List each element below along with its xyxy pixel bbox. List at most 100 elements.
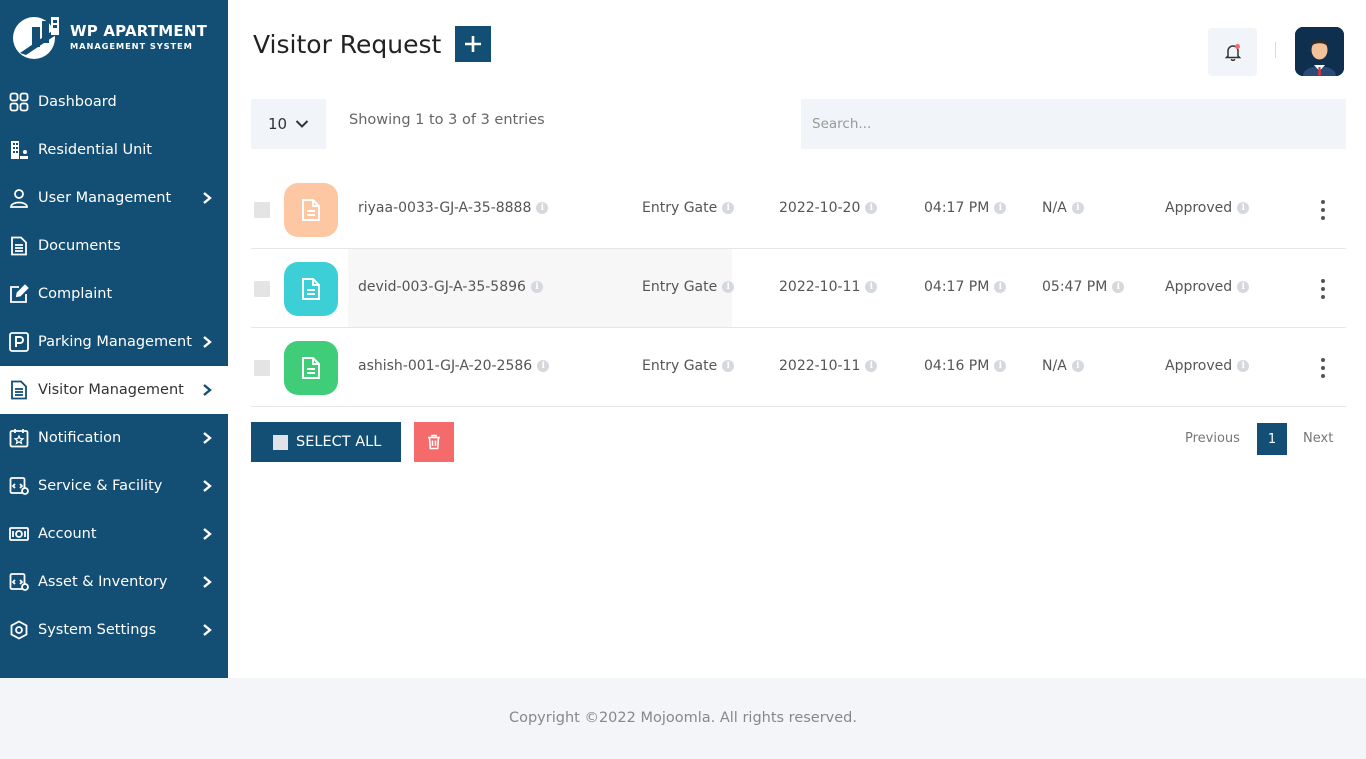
chevron-right-icon bbox=[203, 576, 212, 588]
visit-date: 2022-10-20 bbox=[779, 200, 861, 216]
header-divider bbox=[1275, 42, 1276, 58]
info-icon[interactable]: i bbox=[865, 202, 878, 214]
info-icon[interactable]: i bbox=[994, 360, 1007, 372]
pagination-previous[interactable]: Previous bbox=[1185, 431, 1240, 446]
money-icon bbox=[8, 523, 30, 545]
select-all-checkbox[interactable] bbox=[273, 434, 288, 450]
sidebar-item-visitor-management[interactable]: Visitor Management bbox=[0, 366, 228, 414]
out-time-cell: 05:47 PM i bbox=[1042, 279, 1125, 295]
select-all-label: SELECT ALL bbox=[296, 434, 382, 450]
brand-subtitle: MANAGEMENT SYSTEM bbox=[70, 40, 193, 51]
out-time: N/A bbox=[1042, 200, 1067, 216]
info-icon[interactable]: i bbox=[994, 281, 1007, 293]
info-icon[interactable]: i bbox=[865, 360, 878, 372]
chevron-right-icon bbox=[203, 384, 212, 396]
visitor-name-cell: riyaa-0033-GJ-A-35-8888 i bbox=[358, 200, 549, 216]
page-size-select[interactable]: 10 bbox=[251, 99, 326, 149]
info-icon[interactable]: i bbox=[530, 281, 543, 293]
info-icon[interactable]: i bbox=[722, 281, 735, 293]
sidebar-item-documents[interactable]: Documents bbox=[0, 222, 228, 270]
user-avatar-icon bbox=[1295, 27, 1344, 76]
info-icon[interactable]: i bbox=[1071, 360, 1084, 372]
sidebar-item-label: Notification bbox=[38, 430, 122, 446]
parking-icon bbox=[8, 331, 30, 353]
date-cell: 2022-10-11 i bbox=[779, 358, 878, 374]
asset-icon bbox=[8, 571, 30, 593]
date-cell: 2022-10-11 i bbox=[779, 279, 878, 295]
visitor-name-cell: devid-003-GJ-A-35-5896 i bbox=[358, 279, 543, 295]
document-icon bbox=[8, 235, 30, 257]
sidebar-item-label: Parking Management bbox=[38, 334, 192, 350]
user-avatar[interactable] bbox=[1295, 27, 1344, 76]
info-icon[interactable]: i bbox=[1237, 202, 1250, 214]
status-cell: Approved i bbox=[1165, 358, 1250, 374]
info-icon[interactable]: i bbox=[1237, 281, 1250, 293]
info-icon[interactable]: i bbox=[1237, 360, 1250, 372]
gate-cell: Entry Gate i bbox=[642, 358, 735, 374]
chevron-right-icon bbox=[203, 336, 212, 348]
status-cell: Approved i bbox=[1165, 279, 1250, 295]
chevron-right-icon bbox=[203, 480, 212, 492]
visitor-name: devid-003-GJ-A-35-5896 bbox=[358, 279, 526, 295]
document-icon bbox=[284, 262, 338, 316]
page-size-value: 10 bbox=[267, 115, 288, 133]
add-visitor-button[interactable] bbox=[455, 26, 491, 62]
copyright-text: Copyright ©2022 Mojoomla. All rights res… bbox=[508, 710, 857, 726]
info-icon[interactable]: i bbox=[865, 281, 878, 293]
sidebar-item-residential-unit[interactable]: Residential Unit bbox=[0, 126, 228, 174]
status: Approved bbox=[1165, 279, 1233, 295]
pagination-page-1[interactable]: 1 bbox=[1257, 423, 1287, 455]
document-icon bbox=[284, 183, 338, 237]
sidebar-item-dashboard[interactable]: Dashboard bbox=[0, 78, 228, 126]
table-row[interactable]: riyaa-0033-GJ-A-35-8888 i Entry Gate i 202… bbox=[251, 170, 1346, 249]
footer: Copyright ©2022 Mojoomla. All rights res… bbox=[0, 678, 1366, 759]
sidebar-item-label: Account bbox=[38, 526, 97, 542]
user-icon bbox=[8, 187, 30, 209]
info-icon[interactable]: i bbox=[537, 360, 550, 372]
visit-date: 2022-10-11 bbox=[779, 358, 861, 374]
sidebar-item-system-settings[interactable]: System Settings bbox=[0, 606, 228, 654]
sidebar-item-notification[interactable]: Notification bbox=[0, 414, 228, 462]
pagination-next[interactable]: Next bbox=[1303, 431, 1333, 446]
sidebar-item-label: Service & Facility bbox=[38, 478, 163, 494]
chevron-right-icon bbox=[203, 624, 212, 636]
delete-button[interactable] bbox=[414, 422, 454, 462]
info-icon[interactable]: i bbox=[1112, 281, 1125, 293]
search-input[interactable] bbox=[801, 99, 1346, 149]
notification-button[interactable] bbox=[1208, 28, 1257, 76]
date-cell: 2022-10-20 i bbox=[779, 200, 878, 216]
app-logo[interactable]: WP APARTMENT MANAGEMENT SYSTEM bbox=[10, 12, 220, 62]
gate: Entry Gate bbox=[642, 358, 718, 374]
out-time: N/A bbox=[1042, 358, 1067, 374]
in-time: 04:17 PM bbox=[924, 200, 990, 216]
sidebar-item-service-facility[interactable]: Service & Facility bbox=[0, 462, 228, 510]
row-checkbox[interactable] bbox=[254, 202, 270, 218]
info-icon[interactable]: i bbox=[722, 360, 735, 372]
select-all-button[interactable]: SELECT ALL bbox=[251, 422, 401, 462]
row-actions-menu[interactable] bbox=[1315, 198, 1331, 222]
sidebar-item-user-management[interactable]: User Management bbox=[0, 174, 228, 222]
status: Approved bbox=[1165, 358, 1233, 374]
chevron-right-icon bbox=[203, 192, 212, 204]
sidebar-item-account[interactable]: Account bbox=[0, 510, 228, 558]
row-actions-menu[interactable] bbox=[1315, 277, 1331, 301]
entries-info: Showing 1 to 3 of 3 entries bbox=[349, 112, 545, 128]
info-icon[interactable]: i bbox=[994, 202, 1007, 214]
row-checkbox[interactable] bbox=[254, 281, 270, 297]
table-row[interactable]: ashish-001-GJ-A-20-2586 i Entry Gate i 202… bbox=[251, 328, 1346, 407]
row-actions-menu[interactable] bbox=[1315, 356, 1331, 380]
info-icon[interactable]: i bbox=[1071, 202, 1084, 214]
sidebar-item-parking-management[interactable]: Parking Management bbox=[0, 318, 228, 366]
sidebar-item-complaint[interactable]: Complaint bbox=[0, 270, 228, 318]
info-icon[interactable]: i bbox=[722, 202, 735, 214]
row-checkbox[interactable] bbox=[254, 360, 270, 376]
gate-cell: Entry Gate i bbox=[642, 279, 735, 295]
sidebar-item-asset-inventory[interactable]: Asset & Inventory bbox=[0, 558, 228, 606]
visitor-table: riyaa-0033-GJ-A-35-8888 i Entry Gate i 202… bbox=[251, 170, 1346, 407]
visitor-name-cell: ashish-001-GJ-A-20-2586 i bbox=[358, 358, 550, 374]
bell-icon bbox=[1224, 44, 1241, 61]
table-row[interactable]: devid-003-GJ-A-35-5896 i Entry Gate i 2022… bbox=[251, 249, 1346, 328]
page-title: Visitor Request bbox=[253, 30, 442, 59]
info-icon[interactable]: i bbox=[536, 202, 549, 214]
gate: Entry Gate bbox=[642, 200, 718, 216]
